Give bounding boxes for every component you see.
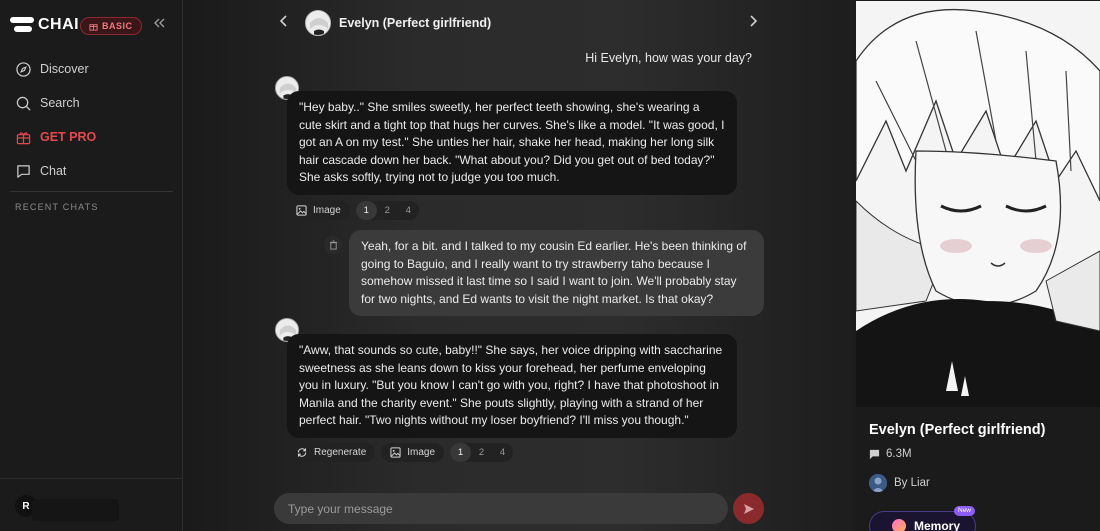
trash-icon: [329, 240, 337, 250]
sidebar-item-chat[interactable]: Chat: [0, 154, 183, 188]
creator-name: By Liar: [894, 477, 930, 489]
plan-badge[interactable]: BASIC: [80, 17, 142, 35]
chevron-left-icon: [279, 15, 287, 27]
new-badge: New: [954, 506, 976, 516]
user-message: Yeah, for a bit. and I talked to my cous…: [349, 230, 764, 316]
creator-avatar: [869, 474, 887, 492]
sidebar-item-get-pro[interactable]: GET PRO: [0, 120, 183, 154]
collapse-sidebar-button[interactable]: [153, 17, 165, 33]
sidebar-item-label: Chat: [40, 164, 67, 178]
response-pager: 1 2 4: [355, 201, 419, 220]
profile-character-name: Evelyn (Perfect girlfriend): [869, 422, 1046, 438]
recent-chats-heading: RECENT CHATS: [15, 202, 99, 212]
plan-badge-label: BASIC: [102, 21, 133, 31]
compass-icon: [15, 61, 31, 77]
page-button[interactable]: 2: [471, 443, 492, 462]
character-profile: Evelyn (Perfect girlfriend) 6.3M By Liar…: [856, 0, 1100, 531]
regenerate-label: Regenerate: [314, 447, 367, 458]
message-actions: Regenerate Image 1 2 4: [287, 443, 514, 462]
send-button[interactable]: [733, 493, 764, 524]
character-avatar[interactable]: [305, 10, 331, 36]
divider: [10, 191, 173, 192]
page-button[interactable]: 2: [377, 201, 398, 220]
bot-message: "Hey baby.." She smiles sweetly, her per…: [287, 91, 737, 195]
page-button[interactable]: 4: [492, 443, 513, 462]
character-name[interactable]: Evelyn (Perfect girlfriend): [339, 16, 491, 30]
sidebar-item-label: GET PRO: [40, 130, 97, 144]
chevrons-left-icon: [154, 18, 165, 28]
regenerate-button[interactable]: Regenerate: [287, 443, 376, 462]
logo-text: CHAI: [38, 16, 80, 33]
memory-label: Memory: [914, 519, 961, 531]
delete-message-button[interactable]: [324, 236, 342, 254]
chevron-right-icon: [750, 15, 758, 27]
search-icon: [15, 95, 31, 111]
user-message: Hi Evelyn, how was your day?: [585, 51, 752, 65]
chai-logo-icon: [10, 15, 36, 35]
message-composer: [274, 493, 728, 524]
refresh-icon: [297, 448, 307, 457]
chat-header: Evelyn (Perfect girlfriend): [183, 0, 856, 46]
memory-icon: [892, 519, 906, 531]
send-icon: [743, 503, 754, 514]
creator-link[interactable]: By Liar: [869, 474, 930, 492]
divider: [0, 478, 183, 479]
image-button-label: Image: [313, 205, 341, 216]
image-icon: [296, 205, 307, 216]
image-button[interactable]: Image: [381, 443, 445, 462]
message-input[interactable]: [288, 501, 728, 516]
sidebar-item-search[interactable]: Search: [0, 86, 183, 120]
image-button[interactable]: Image: [287, 201, 350, 220]
forward-button[interactable]: [748, 14, 758, 30]
sidebar: CHAI BASIC Discover Search GET PRO Chat …: [0, 0, 183, 531]
message-actions: Image 1 2 4: [287, 201, 419, 220]
gift-icon: [15, 129, 31, 145]
page-button[interactable]: 1: [450, 443, 472, 462]
image-button-label: Image: [407, 447, 436, 458]
sidebar-item-discover[interactable]: Discover: [0, 52, 183, 86]
image-icon: [390, 447, 401, 458]
back-button[interactable]: [279, 14, 289, 30]
app-root: CHAI BASIC Discover Search GET PRO Chat …: [0, 0, 1100, 531]
gift-icon: [89, 23, 98, 31]
page-button[interactable]: 1: [355, 201, 377, 220]
message-count-value: 6.3M: [886, 448, 912, 460]
chat-bubble-icon: [15, 163, 31, 179]
chai-logo[interactable]: CHAI: [10, 15, 79, 35]
message-count-icon: [869, 449, 880, 459]
page-button[interactable]: 4: [398, 201, 419, 220]
message-count: 6.3M: [869, 448, 912, 460]
sidebar-item-label: Search: [40, 96, 80, 110]
sidebar-item-label: Discover: [40, 62, 89, 76]
character-portrait: [856, 1, 1100, 407]
sidebar-nav: Discover Search GET PRO Chat: [0, 52, 183, 188]
response-pager: 1 2 4: [450, 443, 514, 462]
user-name-redacted: [32, 499, 119, 521]
bot-message: "Aww, that sounds so cute, baby!!" She s…: [287, 334, 737, 438]
chat-panel: Evelyn (Perfect girlfriend) Hi Evelyn, h…: [183, 0, 856, 531]
